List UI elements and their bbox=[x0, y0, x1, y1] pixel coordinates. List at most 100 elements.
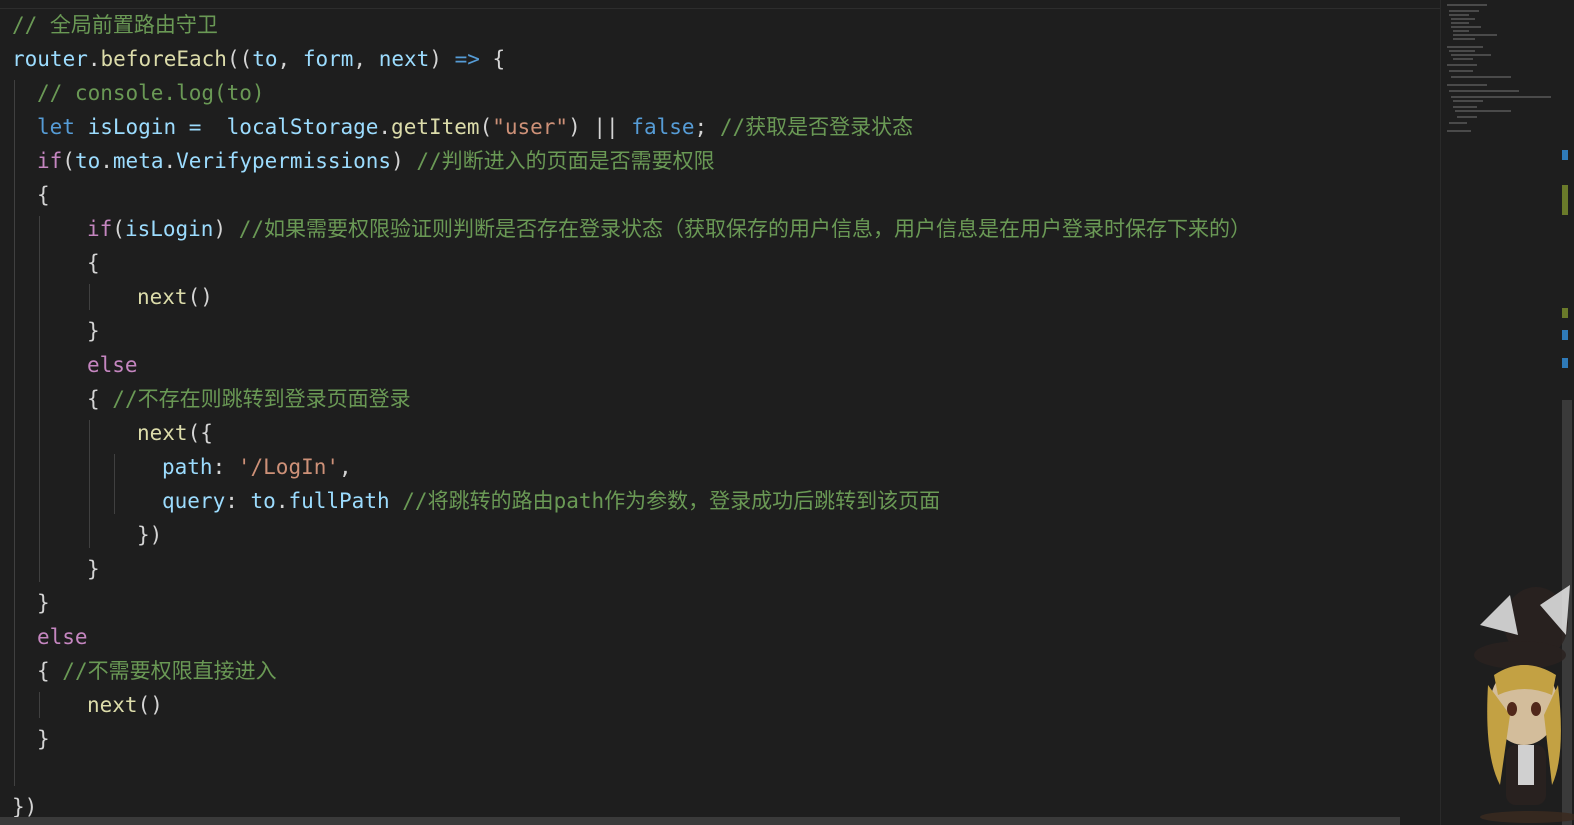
code-token-comment: //判断进入的页面是否需要权限 bbox=[416, 149, 715, 173]
scroll-marker bbox=[1562, 185, 1568, 215]
code-line[interactable]: next() bbox=[137, 280, 213, 314]
code-token-comment: //获取是否登录状态 bbox=[719, 115, 914, 139]
code-token-punct: { bbox=[87, 251, 100, 275]
code-token-punct: : bbox=[212, 455, 238, 479]
code-token-fn: beforeEach bbox=[100, 47, 227, 71]
code-line[interactable]: { //不需要权限直接进入 bbox=[37, 654, 277, 688]
indent-guide bbox=[89, 284, 90, 310]
code-token-string: '/LogIn' bbox=[237, 455, 340, 479]
minimap-line bbox=[1451, 54, 1491, 56]
minimap-line bbox=[1451, 22, 1469, 24]
code-token-punct: () bbox=[137, 693, 163, 717]
code-line[interactable]: if(to.meta.Verifypermissions) //判断进入的页面是… bbox=[37, 144, 715, 178]
minimap-line bbox=[1447, 4, 1487, 6]
code-line[interactable]: { bbox=[87, 246, 100, 280]
indent-guide bbox=[39, 216, 40, 582]
minimap-line bbox=[1449, 10, 1479, 12]
minimap-line bbox=[1447, 64, 1477, 66]
code-line[interactable]: } bbox=[87, 314, 100, 348]
code-token-control: if bbox=[37, 149, 63, 173]
code-token-punct: }) bbox=[12, 795, 38, 819]
minimap-line bbox=[1449, 14, 1469, 16]
minimap-line bbox=[1447, 130, 1471, 132]
indent-guide bbox=[89, 420, 90, 548]
code-token-comment: //不存在则跳转到登录页面登录 bbox=[112, 387, 411, 411]
code-token-punct: ) bbox=[213, 217, 239, 241]
minimap-line bbox=[1451, 96, 1551, 98]
code-token-var: localStorage bbox=[214, 115, 379, 139]
minimap-line bbox=[1449, 70, 1473, 72]
code-token-control: if bbox=[87, 217, 113, 241]
code-line[interactable]: if(isLogin) //如果需要权限验证则判断是否存在登录状态（获取保存的用… bbox=[87, 212, 1251, 246]
code-token-punct: (( bbox=[226, 47, 253, 71]
minimap-line bbox=[1451, 76, 1511, 78]
code-line[interactable]: router.beforeEach((to, form, next) => { bbox=[12, 42, 505, 76]
code-token-punct: } bbox=[87, 319, 100, 343]
code-token-punct: }) bbox=[137, 523, 163, 547]
code-token-punct: } bbox=[37, 727, 50, 751]
code-token-punct: } bbox=[87, 557, 100, 581]
code-token-var: fullPath bbox=[288, 489, 390, 513]
code-token-punct: ) bbox=[391, 149, 417, 173]
code-token-punct: { bbox=[37, 659, 63, 683]
code-line[interactable]: else bbox=[37, 620, 88, 654]
code-token-var: next bbox=[378, 47, 430, 71]
code-token-punct: , bbox=[277, 47, 303, 71]
code-token-keyword: let bbox=[37, 115, 75, 139]
code-line[interactable]: // console.log(to) bbox=[37, 76, 265, 110]
code-token-var: form bbox=[302, 47, 354, 71]
code-token-punct: ) bbox=[429, 47, 455, 71]
code-token-punct: . bbox=[378, 115, 392, 139]
minimap-line bbox=[1451, 18, 1475, 20]
code-token-bool: false bbox=[631, 115, 695, 139]
code-token-punct: { bbox=[479, 47, 506, 71]
code-token-punct: { bbox=[87, 387, 113, 411]
minimap-line bbox=[1455, 110, 1511, 112]
code-line[interactable]: else bbox=[87, 348, 138, 382]
minimap-line bbox=[1453, 34, 1497, 36]
code-token-punct: { bbox=[37, 183, 50, 207]
horizontal-scrollbar[interactable] bbox=[0, 817, 1400, 825]
code-line[interactable]: { bbox=[37, 178, 50, 212]
code-token-fn: next bbox=[87, 693, 138, 717]
code-token-punct: ( bbox=[479, 115, 493, 139]
code-token-var: to bbox=[74, 149, 101, 173]
code-line[interactable]: } bbox=[37, 586, 50, 620]
code-line[interactable]: query: to.fullPath //将跳转的路由path作为参数，登录成功… bbox=[162, 484, 940, 518]
code-token-punct: , bbox=[353, 47, 379, 71]
minimap-line bbox=[1457, 116, 1477, 118]
code-token-comment: //如果需要权限验证则判断是否存在登录状态（获取保存的用户信息，用户信息是在用户… bbox=[238, 217, 1252, 241]
code-token-punct: : bbox=[225, 489, 251, 513]
code-token-punct: . bbox=[163, 149, 177, 173]
code-token-punct: . bbox=[275, 489, 289, 513]
code-token-comment: // console.log(to) bbox=[37, 81, 265, 105]
indent-guide bbox=[14, 80, 15, 786]
code-token-punct: . bbox=[87, 47, 101, 71]
code-token-var: meta bbox=[112, 149, 164, 173]
minimap-line bbox=[1453, 30, 1469, 32]
code-token-var: to bbox=[252, 47, 278, 71]
code-line[interactable]: // 全局前置路由守卫 bbox=[12, 8, 218, 42]
indent-guide bbox=[114, 454, 115, 514]
code-token-punct: ; bbox=[694, 115, 720, 139]
code-line[interactable]: } bbox=[87, 552, 100, 586]
minimap-line bbox=[1453, 38, 1475, 40]
code-token-var: router bbox=[12, 47, 88, 71]
code-line[interactable]: next() bbox=[87, 688, 163, 722]
code-line[interactable]: { //不存在则跳转到登录页面登录 bbox=[87, 382, 411, 416]
minimap-line bbox=[1453, 100, 1483, 102]
code-token-punct: ( bbox=[62, 149, 75, 173]
code-line[interactable]: next({ bbox=[137, 416, 213, 450]
indent-guide bbox=[39, 692, 40, 718]
code-token-var: isLogin bbox=[124, 217, 214, 241]
code-token-punct: ) || bbox=[568, 115, 632, 139]
code-line[interactable]: }) bbox=[137, 518, 162, 552]
code-line[interactable]: path: '/LogIn', bbox=[162, 450, 352, 484]
code-token-control: else bbox=[87, 353, 138, 377]
code-token-control: else bbox=[37, 625, 88, 649]
code-line[interactable]: } bbox=[37, 722, 50, 756]
scroll-marker bbox=[1562, 308, 1568, 318]
code-editor[interactable]: // 全局前置路由守卫 router.beforeEach((to, form, … bbox=[0, 0, 1440, 825]
code-line[interactable]: let isLogin = localStorage.getItem("user… bbox=[37, 110, 913, 144]
code-token-punct: ({ bbox=[187, 421, 213, 445]
